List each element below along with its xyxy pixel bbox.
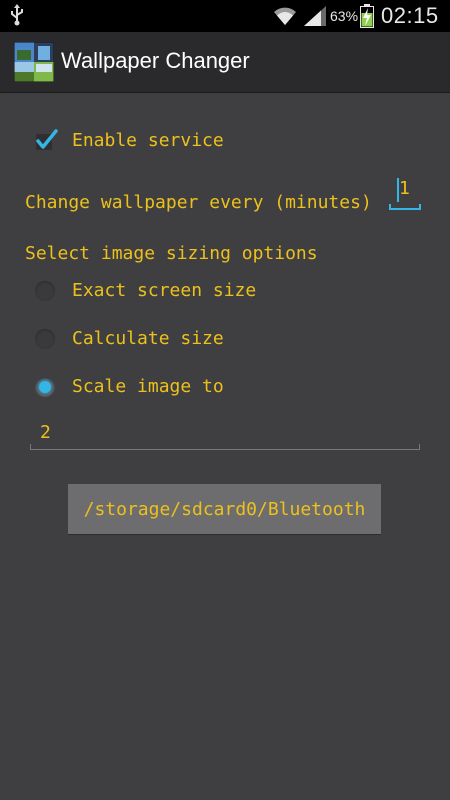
signal-icon [304,6,326,26]
option-exact-screen-size[interactable]: Exact screen size [72,280,256,301]
action-bar: Wallpaper Changer [0,32,450,93]
radio-calculate-size[interactable] [35,329,55,349]
clock: 02:15 [381,3,439,28]
interval-value: 1 [399,178,410,199]
option-calculate-size[interactable]: Calculate size [72,328,224,349]
enable-service-checkbox[interactable] [34,128,58,152]
enable-service-label[interactable]: Enable service [72,130,224,151]
input-underline [389,208,421,210]
app-title: Wallpaper Changer [61,48,250,73]
input-underline [30,449,420,450]
folder-path-button[interactable]: /storage/sdcard0/Bluetooth [68,484,381,534]
scale-value: 2 [40,422,51,443]
battery-charging-icon [360,4,374,28]
scale-input[interactable]: 2 [30,418,420,450]
battery-percent: 63% [330,8,359,24]
interval-label: Change wallpaper every (minutes) [25,192,372,213]
usb-icon [11,4,23,26]
sizing-options-header: Select image sizing options [25,243,318,264]
radio-exact-screen-size[interactable] [35,281,55,301]
wifi-icon [274,7,296,25]
radio-scale-image[interactable] [35,377,55,397]
option-scale-image[interactable]: Scale image to [72,376,224,397]
interval-input[interactable]: 1 [389,176,421,210]
app-icon [14,42,54,82]
status-bar: 63% 02:15 [0,0,450,32]
